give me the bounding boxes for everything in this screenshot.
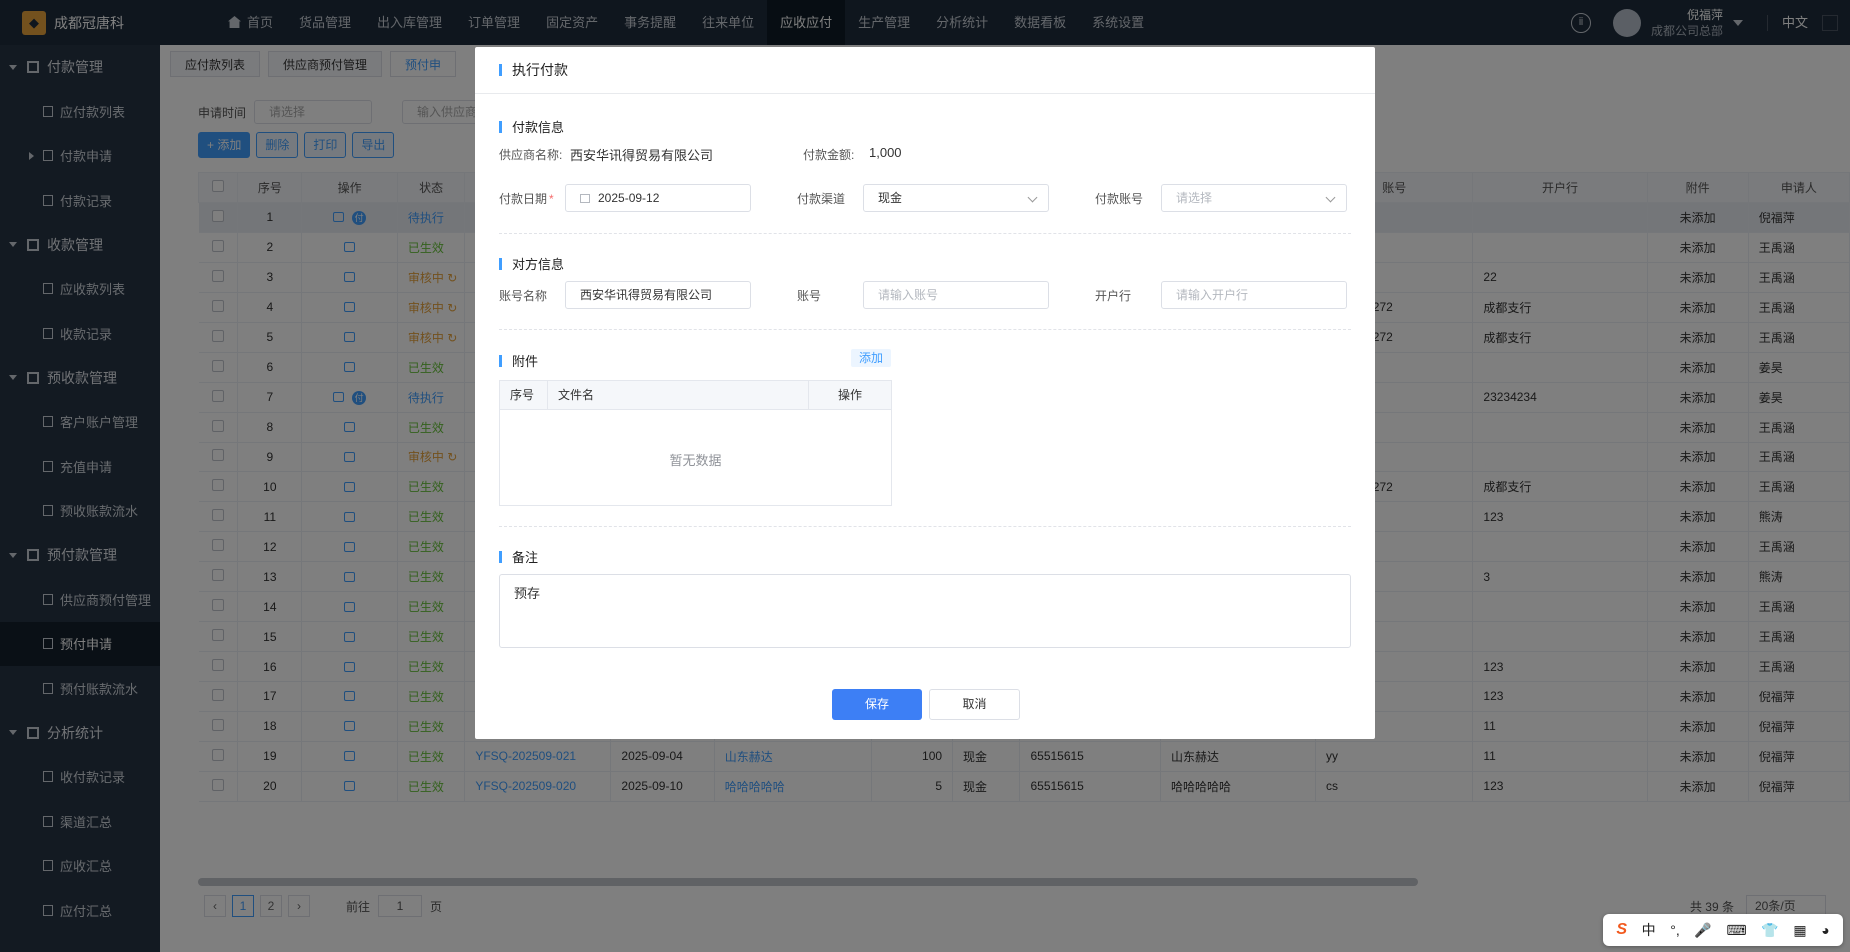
attachment-table-header: 序号 文件名 操作 xyxy=(500,381,891,410)
supplier-label: 供应商名称: xyxy=(499,148,563,162)
grid-menu-icon[interactable]: ▦ xyxy=(1793,922,1806,939)
attachment-empty-text: 暂无数据 xyxy=(669,453,722,468)
section-divider xyxy=(499,526,1351,527)
sogou-icon[interactable]: S xyxy=(1616,921,1627,939)
chevron-down-icon xyxy=(1325,192,1336,203)
remark-section: 备注 xyxy=(499,547,538,566)
chevron-down-icon xyxy=(1027,192,1038,203)
mascot-icon[interactable]: ◕ xyxy=(1821,922,1829,938)
add-attachment-button[interactable]: 添加 xyxy=(851,349,891,367)
cancel-button[interactable]: 取消 xyxy=(929,689,1020,720)
skin-icon[interactable]: 👕 xyxy=(1761,922,1778,939)
cp-account-input[interactable]: 请输入账号 xyxy=(863,281,1049,309)
execute-payment-dialog: 执行付款 付款信息 供应商名称: 西安华讯得贸易有限公司 付款金额: 1,000… xyxy=(475,47,1375,739)
keyboard-icon[interactable]: ⌨ xyxy=(1726,922,1746,939)
cp-bank-input[interactable]: 请输入开户行 xyxy=(1161,281,1347,309)
amount-value: 1,000 xyxy=(869,145,902,160)
pay-channel-label: 付款渠道 xyxy=(797,192,846,206)
pay-account-select[interactable]: 请选择 xyxy=(1161,184,1347,212)
dialog-title: 执行付款 xyxy=(512,62,568,78)
save-button[interactable]: 保存 xyxy=(832,689,922,720)
supplier-value: 西安华讯得贸易有限公司 xyxy=(570,148,714,163)
pay-date-input[interactable]: 2025-09-12 xyxy=(565,184,751,212)
attachment-table: 序号 文件名 操作 暂无数据 xyxy=(499,380,892,506)
att-col-op: 操作 xyxy=(837,388,862,402)
dialog-header: 执行付款 xyxy=(475,47,1375,94)
attachment-section: 附件 xyxy=(499,351,538,370)
microphone-icon[interactable]: 🎤 xyxy=(1694,922,1711,939)
amount-label: 付款金额: xyxy=(803,148,855,162)
payment-info-section: 付款信息 xyxy=(499,117,564,136)
cp-account-label: 账号 xyxy=(797,289,822,303)
calendar-icon xyxy=(580,194,590,203)
counterparty-section: 对方信息 xyxy=(499,254,564,273)
section-divider xyxy=(499,329,1351,330)
cp-name-label: 账号名称 xyxy=(499,289,548,303)
att-col-name: 文件名 xyxy=(548,381,809,409)
ime-chinese-mode[interactable]: 中 xyxy=(1642,920,1656,940)
pay-date-label: 付款日期 * xyxy=(499,192,554,206)
ime-punct-mode[interactable]: °, xyxy=(1670,922,1680,938)
cp-name-input[interactable]: 西安华讯得贸易有限公司 xyxy=(565,281,751,309)
att-col-seq: 序号 xyxy=(500,381,548,409)
ime-toolbar: S 中 °, 🎤 ⌨ 👕 ▦ ◕ xyxy=(1603,914,1843,946)
remark-textarea[interactable]: 预存 xyxy=(499,574,1351,648)
section-divider xyxy=(499,233,1351,234)
pay-account-label: 付款账号 xyxy=(1095,192,1144,206)
pay-channel-select[interactable]: 现金 xyxy=(863,184,1049,212)
cp-bank-label: 开户行 xyxy=(1095,289,1132,303)
